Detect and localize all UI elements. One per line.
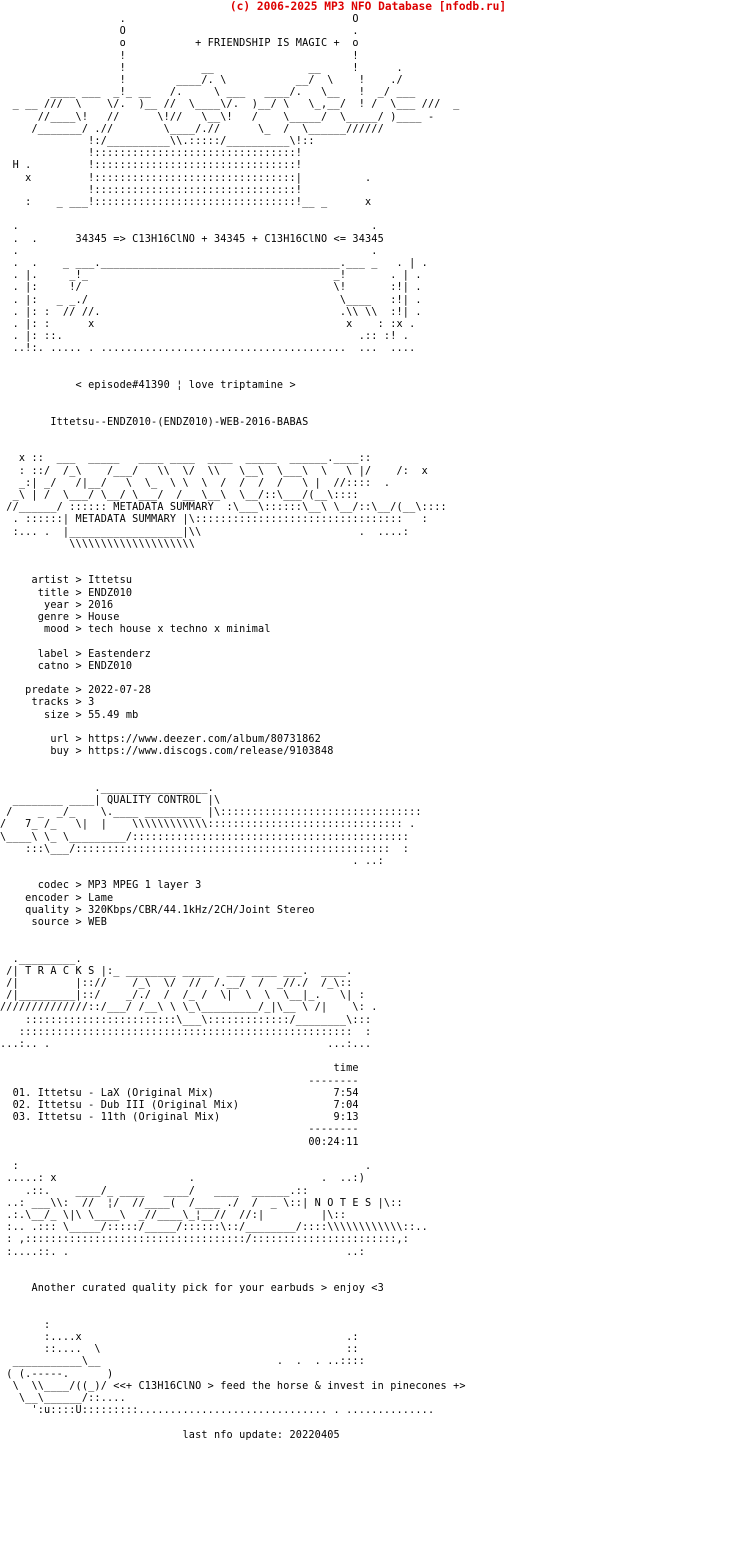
nfodb-copyright-banner: (c) 2006-2025 MP3 NFO Database [nfodb.ru… [229,0,507,13]
nfo-page: (c) 2006-2025 MP3 NFO Database [nfodb.ru… [0,0,736,1560]
nfo-body: . O O . o + FRIENDSHIP IS MAGIC + o ! ! … [0,14,466,1441]
